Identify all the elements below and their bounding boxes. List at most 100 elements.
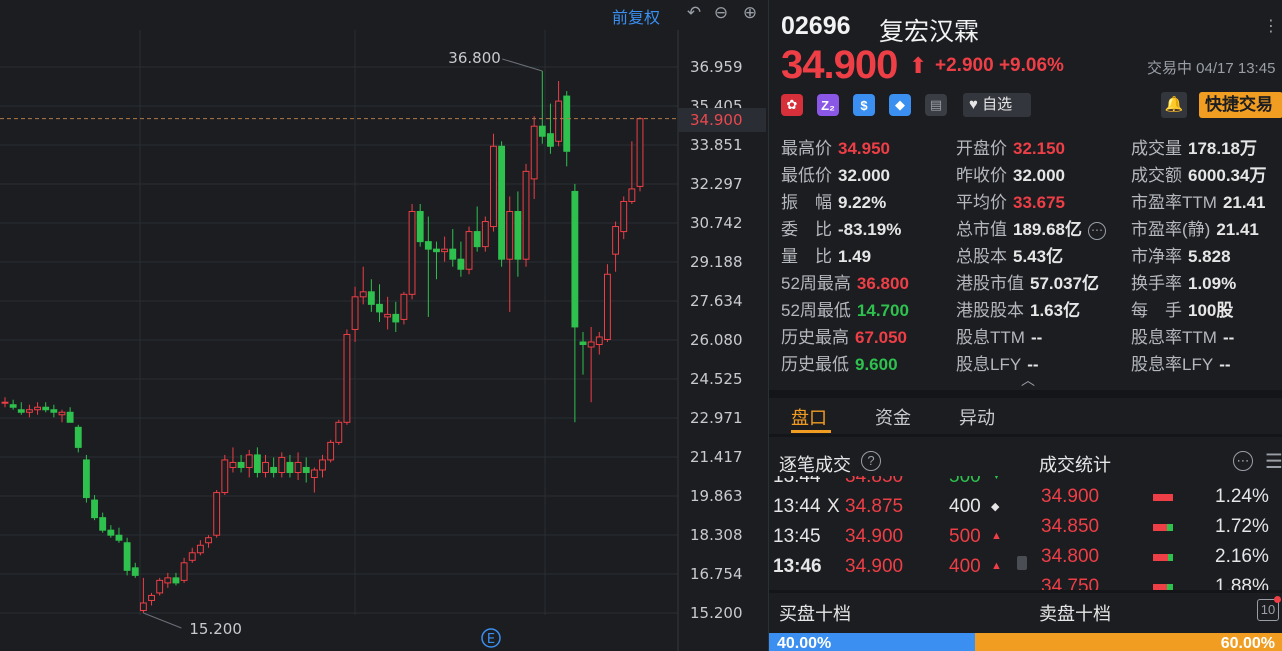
candle — [465, 231, 473, 270]
price-axis-label: 33.851 — [690, 135, 743, 154]
candle — [587, 341, 595, 348]
price-axis-label: 26.080 — [690, 330, 743, 349]
stat-label: 换手率 — [1131, 274, 1182, 293]
candle — [82, 459, 90, 499]
candle — [449, 248, 457, 260]
stat-value: 32.000 — [838, 166, 890, 185]
stat-value: 100股 — [1188, 301, 1234, 320]
zoom-out-icon[interactable]: ⊖ — [711, 3, 731, 23]
candle — [555, 100, 563, 142]
alert-bell-icon[interactable]: 🔔 — [1161, 92, 1187, 118]
add-favorite-button[interactable]: ♥ 自选 — [963, 93, 1031, 117]
stat-value: 5.828 — [1188, 247, 1231, 266]
candle — [327, 441, 335, 461]
deal-bar-sell — [1167, 524, 1173, 531]
stat-value: 21.41 — [1216, 220, 1259, 239]
candle — [579, 341, 587, 346]
candle — [384, 313, 392, 318]
z2-icon[interactable]: Z₂ — [817, 94, 839, 116]
candle — [229, 461, 237, 468]
deal-stats-row: 34.750 1.88% — [1039, 572, 1282, 590]
tick-qty: 400 — [949, 556, 981, 577]
more-icon[interactable]: ⋯ — [1233, 451, 1253, 471]
stats-row: 最高价 34.950 开盘价 32.150 成交量 178.18万 — [781, 134, 1281, 161]
candle — [180, 562, 188, 581]
tab-handicap[interactable]: 盘口 — [791, 404, 827, 430]
kline-chart[interactable]: 36.800 15.200 E — [0, 0, 768, 651]
stats-row: 52周最低 14.700 港股股本 1.63亿 每 手 100股 — [781, 296, 1281, 323]
stat-item: 港股市值 57.037亿 — [956, 269, 1099, 294]
hk-flag-icon: ✿ — [781, 94, 803, 116]
stat-label: 港股市值 — [956, 274, 1024, 293]
candle — [107, 529, 115, 536]
stat-item: 平均价 33.675 — [956, 188, 1065, 213]
deal-stats-list[interactable]: 34.900 1.24% 34.850 1.72% 34.800 2.16% 34.750 1… — [1039, 476, 1282, 590]
tag-icon[interactable]: ◆ — [889, 94, 911, 116]
stat-value: -83.19% — [838, 220, 902, 239]
candle — [278, 456, 286, 473]
tab-funds[interactable]: 资金 — [875, 404, 911, 430]
tick-price: 34.850 — [845, 476, 904, 487]
stat-value: 21.41 — [1222, 193, 1266, 212]
deal-pct: 1.24% — [1215, 486, 1269, 507]
stat-value: 1.09% — [1188, 274, 1237, 293]
candle — [408, 211, 416, 295]
tick-scrollbar[interactable] — [1017, 556, 1027, 570]
candle — [335, 421, 343, 443]
stat-value: 9.22% — [838, 193, 887, 212]
dollar-icon[interactable]: $ — [853, 94, 875, 116]
tick-list[interactable]: 13:44 34.850 500 ▼ 13:44 X 34.875 400 ◆ 13:45 34.9… — [769, 476, 1029, 590]
candle — [286, 461, 294, 473]
restore-rights-toggle[interactable]: 前复权 — [612, 4, 660, 27]
list-icon[interactable]: ☰ — [1265, 449, 1282, 474]
quick-trade-button[interactable]: 快捷交易 — [1199, 92, 1282, 118]
help-icon[interactable]: ? — [861, 451, 881, 471]
undo-icon[interactable]: ↶ — [684, 3, 704, 23]
stat-value: -- — [1030, 328, 1043, 347]
current-price-tag: 34.900 — [678, 108, 766, 132]
tick-qty: 500 — [949, 476, 981, 487]
candle — [457, 258, 465, 270]
stat-item: 开盘价 32.150 — [956, 134, 1065, 159]
document-icon[interactable]: ▤ — [925, 94, 947, 116]
stat-value: 32.000 — [1013, 166, 1065, 185]
more-info-icon[interactable]: ⋯ — [1088, 221, 1106, 240]
candle — [490, 145, 497, 228]
candle — [99, 517, 107, 531]
stat-item: 委 比 -83.19% — [781, 215, 901, 240]
collapse-chevron-icon[interactable]: ︿ — [1021, 370, 1035, 390]
candle — [359, 291, 367, 298]
candle — [294, 461, 302, 473]
candle — [400, 293, 408, 320]
tick-time: 13:44 — [773, 476, 821, 487]
candle — [123, 542, 131, 571]
candle — [319, 459, 326, 471]
tab-movement[interactable]: 异动 — [959, 404, 995, 430]
stat-value: 57.037亿 — [1030, 274, 1099, 293]
active-tab-indicator — [791, 430, 831, 433]
stat-value: 189.68亿 — [1013, 220, 1082, 239]
tick-price: 34.875 — [845, 496, 904, 517]
tick-price: 34.900 — [845, 556, 904, 577]
stat-value: 178.18万 — [1188, 139, 1257, 158]
pin-icon[interactable]: ⋮ — [1263, 16, 1279, 36]
kline-chart-area[interactable]: 36.800 15.200 E 前复权 ↶ ⊖ ⊕ 36.959 35.405 33.8… — [0, 0, 768, 651]
zoom-in-icon[interactable]: ⊕ — [740, 3, 760, 23]
tick-qty: 400 — [949, 496, 981, 517]
stat-label: 委 比 — [781, 220, 832, 239]
deal-bar-sell — [1168, 554, 1173, 561]
detail-tabs: 盘口 资金 异动 — [769, 398, 1282, 433]
candle — [604, 273, 611, 340]
price-axis-label: 18.308 — [690, 526, 743, 544]
divider — [769, 390, 1282, 398]
stat-label: 港股股本 — [956, 301, 1024, 320]
stat-label: 股息LFY — [956, 355, 1022, 374]
candle — [392, 313, 400, 323]
candle — [612, 226, 620, 255]
stat-label: 昨收价 — [956, 166, 1007, 185]
stat-item: 量 比 1.49 — [781, 242, 871, 267]
candle — [156, 579, 164, 594]
candle — [595, 336, 603, 346]
stats-row: 最低价 32.000 昨收价 32.000 成交额 6000.34万 — [781, 161, 1281, 188]
low-annotation: 15.200 — [189, 620, 242, 638]
